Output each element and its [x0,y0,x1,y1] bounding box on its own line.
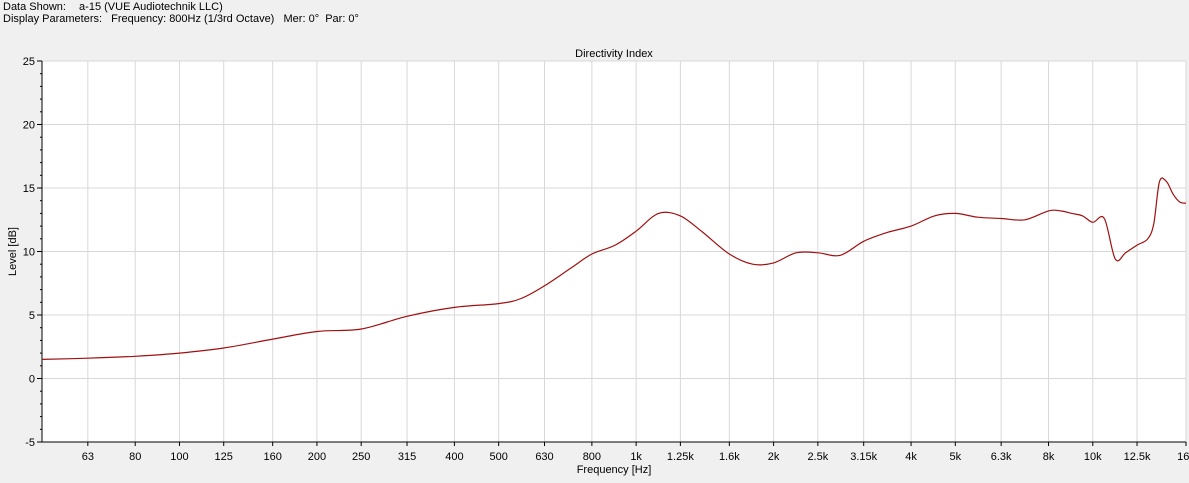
x-tick-label: 80 [129,451,141,463]
x-tick-label: 4k [905,451,917,463]
y-axis-label: Level [dB] [7,227,19,276]
y-tick-label: 25 [23,56,35,68]
x-tick-label: 10k [1084,451,1102,463]
y-tick-label: -5 [25,437,35,449]
y-tick-label: 0 [29,374,35,386]
x-tick-label: 630 [535,451,553,463]
x-tick-label: 3.15k [850,451,877,463]
x-tick-label: 500 [489,451,507,463]
x-tick-label: 1.25k [667,451,694,463]
x-tick-label: 63 [82,451,94,463]
x-tick-label: 16k [1177,451,1189,463]
x-tick-label: 100 [170,451,188,463]
x-tick-label: 250 [352,451,370,463]
x-tick-label: 200 [308,451,326,463]
y-tick-label: 20 [23,120,35,132]
x-tick-label: 8k [1043,451,1055,463]
x-tick-label: 5k [950,451,962,463]
x-tick-label: 160 [264,451,282,463]
x-tick-label: 400 [445,451,463,463]
x-tick-label: 2.5k [807,451,828,463]
x-tick-label: 6.3k [991,451,1012,463]
y-tick-label: 5 [29,310,35,322]
x-tick-label: 125 [215,451,233,463]
directivity-index-chart: 63 80 100 125 160 200 250 315 400 500 630 800 1k 1.25… [7,48,1189,476]
x-tick-label: 1k [630,451,642,463]
x-tick-label: 1.6k [719,451,740,463]
x-tick-label: 2k [768,451,780,463]
y-tick-label: 10 [23,247,35,259]
x-tick-label: 12.5k [1124,451,1151,463]
y-tick-label: 15 [23,183,35,195]
chart-title: Directivity Index [575,48,653,60]
x-axis-label: Frequency [Hz] [577,464,652,476]
x-tick-label: 315 [398,451,416,463]
x-tick-label: 800 [583,451,601,463]
